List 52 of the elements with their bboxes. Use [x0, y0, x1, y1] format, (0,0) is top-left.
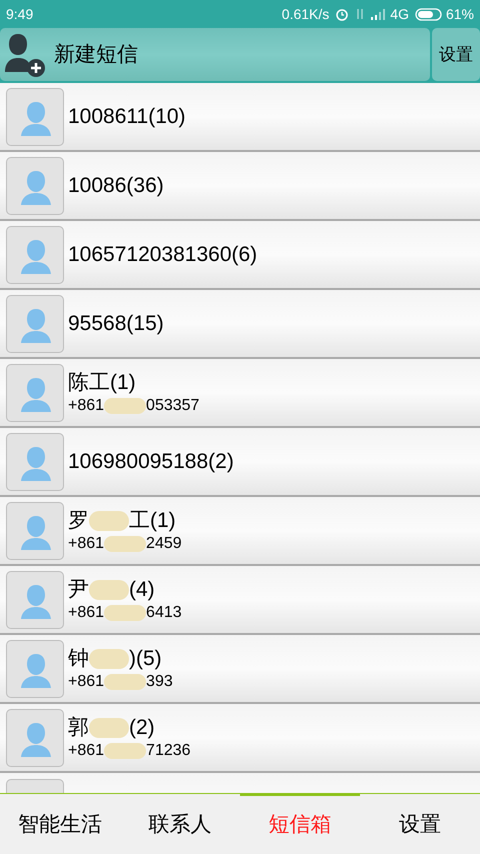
contact-name: (2)	[129, 714, 155, 740]
contact-name: 106980095188(2)	[68, 448, 234, 474]
status-time: 9:49	[6, 4, 34, 24]
phone-number: +861	[68, 534, 104, 554]
phone-number: +861	[68, 396, 104, 416]
battery-level: 61%	[446, 4, 474, 24]
contact-name: 10086(36)	[68, 172, 164, 198]
phone-number: 6413	[146, 602, 182, 622]
conversation-row[interactable]: 1008611(10)	[0, 83, 480, 152]
conversation-row[interactable]: 尹 (4) +861 6413	[0, 566, 480, 635]
contact-name: 陈工(1)	[68, 370, 136, 396]
phone-number: +861	[68, 602, 104, 622]
contact-name: )(5)	[129, 646, 162, 672]
new-message-button[interactable]: 新建短信	[0, 28, 430, 81]
nav-tab[interactable]: 智能生活	[0, 796, 120, 854]
nav-tab[interactable]: 设置	[360, 796, 480, 854]
redaction-blur	[104, 674, 146, 690]
phone-number: 393	[146, 672, 173, 692]
phone-number: 053357	[146, 396, 200, 416]
nav-tab[interactable]: 联系人	[120, 796, 240, 854]
conversation-row[interactable]: 10657120381360(6)	[0, 221, 480, 290]
contact-name: 郭	[68, 714, 89, 740]
contact-name: 罗	[68, 508, 89, 534]
conversation-row[interactable]: 陈工(1) +861 053357	[0, 359, 480, 428]
phone-number: 71236	[146, 740, 191, 760]
phone-number: +861	[68, 740, 104, 760]
redaction-blur	[104, 604, 146, 620]
contact-name: 钟	[68, 646, 89, 672]
network-type: 4G	[390, 4, 409, 24]
add-contact-icon	[4, 32, 48, 78]
network-speed: 0.61K/s	[282, 4, 330, 24]
conversation-row[interactable]: 郭 (2) +861 71236	[0, 704, 480, 773]
conversation-row[interactable]: 106980095188(2)	[0, 428, 480, 497]
redaction-blur	[104, 536, 146, 552]
settings-button[interactable]: 设置	[432, 28, 480, 81]
phone-number: 2459	[146, 534, 182, 554]
conversation-row[interactable]: 10086(36)	[0, 152, 480, 221]
contact-name: 95568(15)	[68, 310, 164, 336]
contact-name: 工(1)	[129, 508, 176, 534]
contact-name: 1008611(10)	[68, 104, 186, 130]
battery-icon	[414, 8, 443, 20]
signal-icon	[371, 8, 388, 20]
contact-name: 尹	[68, 576, 89, 602]
conversation-row[interactable]: 罗 工(1) +861 2459	[0, 497, 480, 566]
conversation-row[interactable]: 95568(15)	[0, 290, 480, 359]
alarm-icon	[335, 7, 350, 21]
contact-name: (4)	[129, 576, 155, 602]
data-arrows-icon	[355, 7, 366, 21]
contact-name: 10657120381360(6)	[68, 242, 258, 268]
redaction-blur	[104, 742, 146, 758]
conversation-row[interactable]: 钟 )(5) +861 393	[0, 635, 480, 704]
phone-number: +861	[68, 672, 104, 692]
